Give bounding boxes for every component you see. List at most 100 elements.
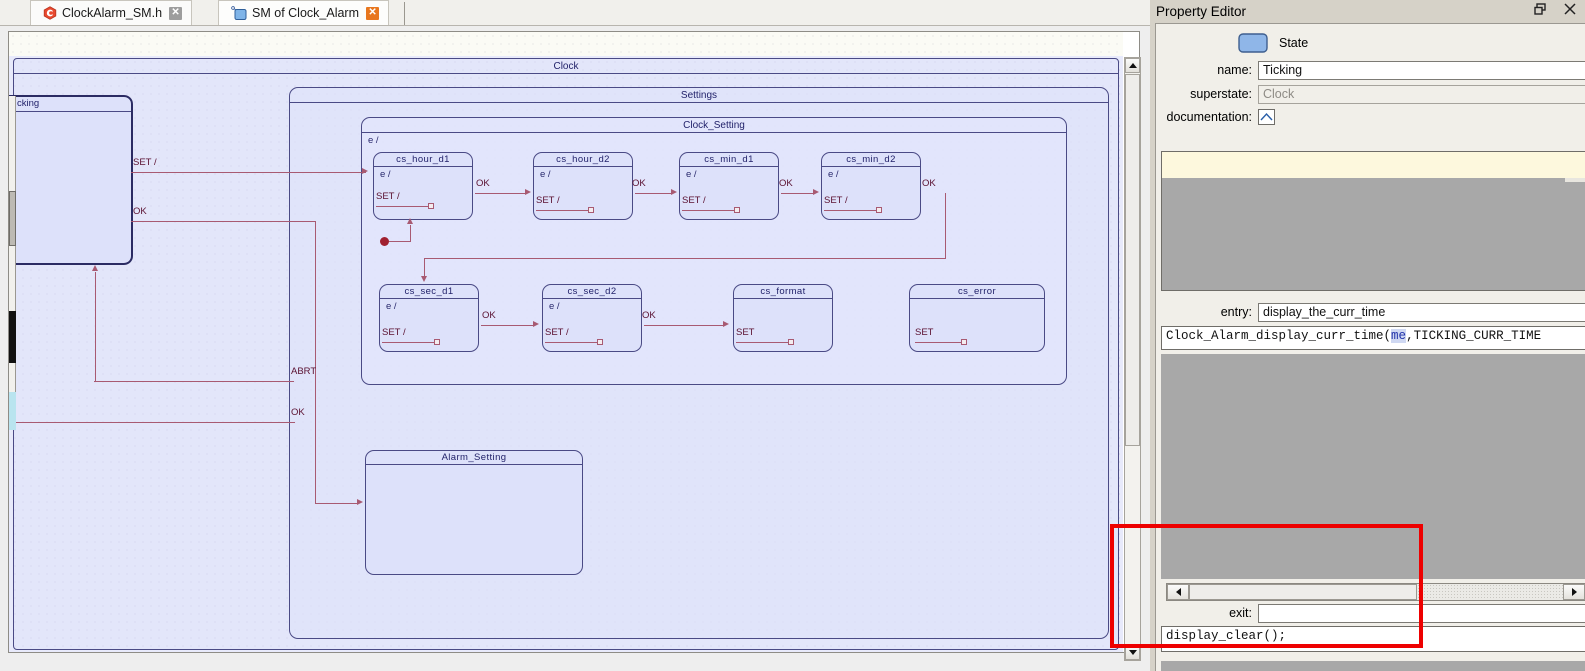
canvas-border: Clock Settings Clock_Setting e / cking c… — [8, 31, 1140, 653]
transition-line — [635, 193, 673, 194]
state-transition-label: SET / — [545, 327, 569, 338]
transition-label-set: SET / — [133, 157, 157, 168]
transition-line — [95, 272, 96, 382]
state-transition-label: SET — [736, 327, 755, 338]
transition-arrowhead — [421, 276, 427, 282]
state-cs-min-d1[interactable]: cs_min_d1 e / SET / — [679, 152, 779, 220]
transition-line — [376, 206, 430, 207]
state-rule — [366, 464, 582, 465]
superstate-field: Clock — [1258, 84, 1585, 104]
state-alarm-setting[interactable]: Alarm_Setting — [365, 450, 583, 575]
documentation-sliver — [1565, 178, 1585, 182]
state-label: Alarm_Setting — [441, 452, 507, 463]
transition-label-ok: OK — [476, 178, 490, 189]
entry-row: entry: display_the_curr_time — [1156, 301, 1585, 323]
scroll-down-icon[interactable] — [1125, 645, 1140, 660]
transition-label-ok-bottom: OK — [291, 407, 305, 418]
transition-line — [315, 221, 316, 504]
application-window: ClockAlarm_SM.h ✕ SM of Clock_Alarm ✕ Cl… — [0, 0, 1585, 671]
entry-code-prefix: Clock_Alarm_display_curr_time( — [1166, 329, 1392, 343]
scroll-left-icon[interactable] — [1167, 584, 1189, 600]
state-label: cs_min_d2 — [846, 154, 896, 165]
scroll-highlight — [9, 392, 16, 430]
state-cs-sec-d1[interactable]: cs_sec_d1 e / SET / — [379, 284, 479, 352]
exit-code-editor[interactable]: display_clear(); — [1161, 626, 1585, 652]
vertical-scroll-thumb[interactable] — [1125, 74, 1140, 446]
state-label: cs_format — [760, 286, 806, 297]
entry-code-highlight: me — [1391, 329, 1407, 343]
entry-code-horizontal-scrollbar[interactable] — [1166, 583, 1585, 601]
state-cs-hour-d1[interactable]: cs_hour_d1 e / SET / — [373, 152, 473, 220]
state-cs-min-d2[interactable]: cs_min_d2 e / SET / — [821, 152, 921, 220]
state-ticking[interactable]: cking — [9, 95, 133, 265]
transition-line — [94, 381, 294, 382]
transition-terminator — [434, 339, 440, 345]
state-cs-hour-d2[interactable]: cs_hour_d2 e / SET / — [533, 152, 633, 220]
transition-line — [389, 241, 411, 242]
close-icon[interactable]: ✕ — [169, 6, 183, 20]
scroll-right-icon[interactable] — [1563, 584, 1585, 600]
state-diagram-canvas[interactable]: Clock Settings Clock_Setting e / cking c… — [9, 32, 1123, 652]
transition-line — [915, 342, 963, 343]
property-editor-header: Property Editor — [1150, 0, 1585, 22]
region-label-clock-setting: Clock_Setting — [683, 120, 745, 131]
state-entry-event: e / — [380, 169, 391, 180]
state-rule — [822, 166, 920, 167]
transition-line — [536, 210, 590, 211]
close-icon[interactable]: ✕ — [366, 6, 380, 20]
transition-line — [644, 325, 725, 326]
state-rule — [534, 166, 632, 167]
entry-code-body[interactable] — [1161, 354, 1585, 579]
transition-line — [682, 210, 736, 211]
editor-pane: ClockAlarm_SM.h ✕ SM of Clock_Alarm ✕ Cl… — [0, 0, 1150, 671]
state-label: cs_min_d1 — [704, 154, 754, 165]
transition-arrowhead — [362, 168, 368, 174]
state-entry-event: e / — [386, 301, 397, 312]
state-rule — [680, 166, 778, 167]
horizontal-scroll-thumb[interactable] — [1189, 584, 1417, 600]
entry-field[interactable]: display_the_curr_time — [1258, 302, 1585, 322]
scroll-thumb[interactable] — [9, 191, 16, 246]
state-rule — [374, 166, 472, 167]
scroll-thumb-dark[interactable] — [9, 311, 16, 363]
transition-line — [545, 342, 599, 343]
transition-arrowhead — [533, 321, 539, 327]
transition-terminator — [428, 203, 434, 209]
state-label-ticking: cking — [17, 98, 40, 109]
exit-field[interactable] — [1258, 603, 1585, 623]
tab-sm-of-clock-alarm[interactable]: SM of Clock_Alarm ✕ — [218, 0, 390, 25]
canvas-left-scroll-strip[interactable] — [9, 96, 16, 430]
region-rule — [362, 132, 1066, 133]
scroll-up-icon[interactable] — [1125, 58, 1140, 73]
transition-label-ok: OK — [642, 310, 656, 321]
state-entry-event: e / — [828, 169, 839, 180]
scroll-track[interactable] — [1417, 584, 1563, 600]
state-cs-sec-d2[interactable]: cs_sec_d2 e / SET / — [542, 284, 642, 352]
close-window-icon[interactable] — [1563, 2, 1577, 16]
exit-row: exit: — [1156, 602, 1585, 624]
transition-line — [9, 422, 295, 423]
name-field[interactable]: Ticking — [1258, 60, 1585, 80]
transition-line — [131, 172, 366, 173]
state-entry-event: e / — [549, 301, 560, 312]
transition-line — [315, 503, 359, 504]
exit-code-body[interactable] — [1161, 661, 1585, 671]
region-rule — [290, 102, 1108, 103]
canvas-vertical-scrollbar[interactable] — [1124, 57, 1141, 661]
property-editor-pane: Property Editor State name: Ticking supe… — [1150, 0, 1585, 671]
transition-label-ok: OK — [922, 178, 936, 189]
transition-line — [410, 225, 411, 242]
expand-chevron-icon[interactable] — [1258, 109, 1275, 125]
transition-line — [424, 258, 946, 259]
state-cs-format[interactable]: cs_format SET — [733, 284, 833, 352]
region-rule — [14, 73, 1118, 74]
tab-divider — [404, 2, 406, 25]
entry-code-editor[interactable]: Clock_Alarm_display_curr_time(me,TICKING… — [1161, 326, 1585, 350]
state-cs-error[interactable]: cs_error SET — [909, 284, 1045, 352]
documentation-textarea[interactable] — [1161, 151, 1585, 291]
state-transition-label: SET / — [682, 195, 706, 206]
tab-clockalarm-sm-h[interactable]: ClockAlarm_SM.h ✕ — [30, 0, 193, 25]
restore-window-icon[interactable] — [1533, 2, 1547, 16]
name-row: name: Ticking — [1156, 59, 1585, 81]
documentation-input-line[interactable] — [1162, 152, 1585, 178]
